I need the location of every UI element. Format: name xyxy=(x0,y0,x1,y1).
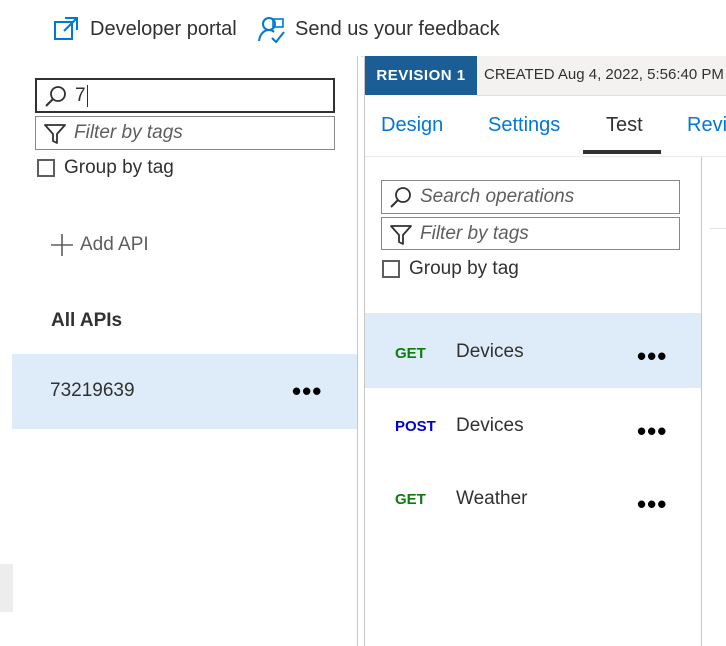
operation-name: Devices xyxy=(456,341,524,362)
api-tag-filter-placeholder: Filter by tags xyxy=(74,122,183,143)
api-group-by-tag-label: Group by tag xyxy=(64,157,174,178)
search-icon xyxy=(45,86,66,107)
method-badge: POST xyxy=(395,418,436,435)
api-search-value-wrap: 7 xyxy=(75,85,88,107)
active-tab-indicator xyxy=(583,150,661,154)
operation-row[interactable]: POST Devices ••• xyxy=(365,388,701,463)
operation-name: Devices xyxy=(456,415,524,436)
operations-tag-filter-input[interactable]: Filter by tags xyxy=(381,217,680,250)
filter-icon xyxy=(390,225,412,245)
revision-badge[interactable]: REVISION 1 xyxy=(365,56,477,95)
operation-row[interactable]: GET Devices ••• xyxy=(365,313,701,388)
right-pane-rule xyxy=(710,228,726,229)
more-icon[interactable]: ••• xyxy=(292,378,322,404)
checkbox-box[interactable] xyxy=(382,260,400,278)
developer-portal-link[interactable]: Developer portal xyxy=(52,15,237,43)
operations-group-by-tag-checkbox[interactable]: Group by tag xyxy=(382,258,519,280)
collapse-handle[interactable] xyxy=(0,564,13,612)
feedback-label: Send us your feedback xyxy=(295,17,500,40)
api-name: 73219639 xyxy=(50,380,135,401)
more-icon[interactable]: ••• xyxy=(637,491,667,517)
checkbox-box[interactable] xyxy=(37,159,55,177)
method-badge: GET xyxy=(395,491,426,508)
all-apis-heading: All APIs xyxy=(51,310,123,331)
more-icon[interactable]: ••• xyxy=(637,343,667,369)
ops-panel-divider xyxy=(701,156,702,646)
feedback-icon xyxy=(258,17,285,43)
method-badge: GET xyxy=(395,345,426,362)
plus-icon xyxy=(51,234,73,256)
tab-revisions[interactable]: Revisi xyxy=(687,114,726,137)
tab-rule xyxy=(365,156,726,157)
api-search-value: 7 xyxy=(75,85,86,107)
operations-search-input[interactable]: Search operations xyxy=(381,180,680,214)
tab-settings[interactable]: Settings xyxy=(488,114,560,137)
operations-tag-filter-placeholder: Filter by tags xyxy=(420,223,529,244)
tab-design[interactable]: Design xyxy=(381,114,443,137)
api-list-item[interactable]: 73219639 ••• xyxy=(12,354,357,429)
api-search-input[interactable]: 7 xyxy=(35,78,335,113)
operation-name: Weather xyxy=(456,488,528,509)
text-caret xyxy=(86,85,88,107)
panel-divider xyxy=(357,56,358,646)
more-icon[interactable]: ••• xyxy=(637,418,667,444)
revision-created: CREATED Aug 4, 2022, 5:56:40 PM xyxy=(484,66,724,83)
tab-test[interactable]: Test xyxy=(606,114,643,137)
add-api-label: Add API xyxy=(80,234,149,255)
external-link-icon xyxy=(54,17,78,40)
operation-row[interactable]: GET Weather ••• xyxy=(365,461,701,536)
api-group-by-tag-checkbox[interactable]: Group by tag xyxy=(37,157,174,179)
operations-group-by-tag-label: Group by tag xyxy=(409,258,519,279)
search-icon xyxy=(390,187,411,208)
api-tag-filter-input[interactable]: Filter by tags xyxy=(35,116,335,150)
add-api-button[interactable]: Add API xyxy=(50,233,149,257)
operations-search-placeholder: Search operations xyxy=(420,186,575,207)
feedback-link[interactable]: Send us your feedback xyxy=(257,15,500,43)
filter-icon xyxy=(44,124,66,144)
developer-portal-label: Developer portal xyxy=(90,17,237,40)
